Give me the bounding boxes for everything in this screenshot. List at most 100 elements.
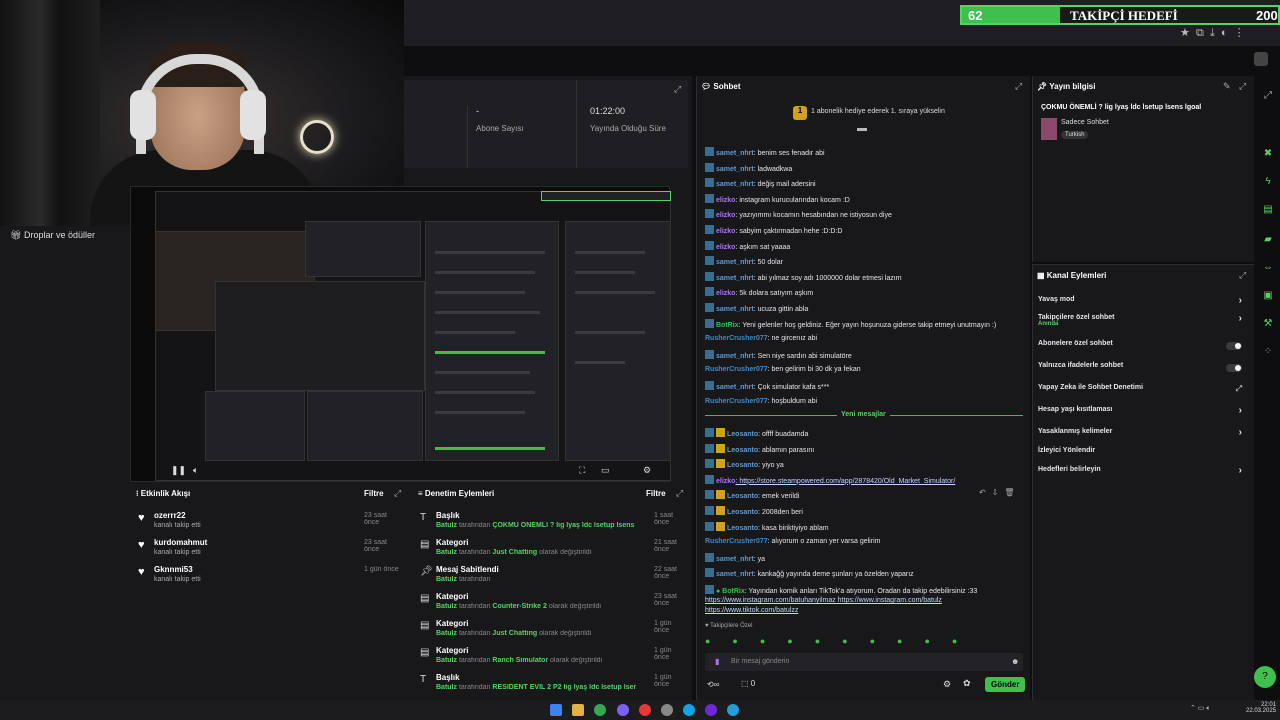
chat-message[interactable]: Leosanto: ablamın parasını [705, 443, 1025, 456]
channel-action-item[interactable]: Takipçilere özel sohbet Anında › [1038, 313, 1250, 328]
stream-preview[interactable]: ❚❚ 🔈︎ ⛶ ▭ ⚙ [130, 186, 671, 482]
chevron-right-icon[interactable]: › [1239, 427, 1242, 438]
channel-action-item[interactable]: İzleyici Yönlendir [1038, 447, 1250, 461]
chat-message[interactable]: RusherCrusher077: ben gelirim bi 30 dk y… [705, 365, 1025, 375]
popout-icon[interactable]: ⤢ [1239, 270, 1246, 281]
chevron-right-icon[interactable]: › [1239, 295, 1242, 306]
popout-icon[interactable]: ⤢ [1015, 81, 1022, 92]
chat-message[interactable]: elizko: yazıyımmı kocamın hesabından ne … [705, 209, 1025, 221]
chat-message[interactable]: RusherCrusher077: hoşbuldum abi [705, 397, 1025, 407]
more-icon[interactable]: ⁘ [1262, 346, 1274, 358]
external-link-icon[interactable]: ⤢ [1236, 384, 1242, 394]
channel-action-item[interactable]: Yapay Zeka ile Sohbet Denetimi ⤢ [1038, 384, 1250, 398]
send-button[interactable]: Gönder [985, 677, 1026, 692]
channel-action-item[interactable]: Yasaklanmış kelimeler › [1038, 427, 1250, 442]
popout-icon[interactable]: ⤢ [676, 488, 683, 499]
chat-message[interactable]: elizko: instagram kurucularından kocam :… [705, 193, 1025, 206]
popout-icon[interactable]: ⤢ [394, 488, 401, 499]
chevron-right-icon[interactable]: › [1239, 405, 1242, 416]
activity-item[interactable]: ♥ Gknnmi53 kanalı takip etti 1 gün önce [136, 564, 404, 588]
edge-icon[interactable] [683, 704, 695, 716]
chat-extras-icon[interactable]: ⟲∞ [707, 680, 719, 689]
chat-message[interactable]: samet_nhrt: ladwadkwa [705, 162, 1025, 175]
moderation-item[interactable]: T Başlık Batulz tarafından ÇOKMU ÖNEMLİ … [418, 510, 688, 534]
bolt-icon[interactable]: ϟ [1262, 176, 1274, 188]
emoji-icon[interactable]: ☻ [1011, 657, 1019, 666]
windows-start-icon[interactable] [550, 704, 562, 716]
activity-filter-button[interactable]: Filtre [364, 489, 384, 498]
settings-icon[interactable]: ⚙ [643, 465, 651, 476]
chevron-right-icon[interactable]: › [1239, 313, 1242, 324]
chat-message[interactable]: samet_nhrt: ucuza gittin abla [705, 303, 1025, 315]
wrench-icon[interactable]: ⚒ [1262, 318, 1274, 330]
browser-toolbar-icons[interactable]: ★ ⧉ ⤓ ◐ ⋮ [1180, 26, 1245, 40]
collapse-icon[interactable]: ⤢ [1262, 90, 1274, 102]
edit-icon[interactable]: ✎ [1223, 81, 1231, 92]
chat-input[interactable]: ▮ Bir mesaj gönderin ☻ [705, 653, 1023, 671]
theatre-icon[interactable]: ▭ [601, 465, 610, 476]
tray-icons[interactable]: ⌃ ▭ 🔈︎ [1190, 704, 1211, 713]
chat-message[interactable]: elizko: https://store.steampowered.com/a… [705, 474, 1025, 487]
toggle-switch[interactable] [1226, 342, 1242, 350]
chat-message[interactable]: Leosanto: emek verildi [705, 490, 1025, 502]
activity-item[interactable]: ♥ ozerrr22 kanalı takip etti 23 saat önc… [136, 510, 404, 534]
drops-rewards-link[interactable]: 🎁︎ Droplar ve ödüller [0, 226, 150, 246]
file-explorer-icon[interactable] [572, 704, 584, 716]
save-icon[interactable]: ▣ [1262, 290, 1274, 302]
bot-links[interactable]: https://www.instagram.com/batuhanyilmaz … [705, 596, 1025, 606]
chat-message[interactable]: RusherCrusher077: ne gircenız abi [705, 334, 1025, 344]
bot-links-2[interactable]: https://www.tiktok.com/batulzz [705, 606, 1025, 616]
channel-action-item[interactable]: Hesap yaşı kısıtlaması › [1038, 405, 1250, 420]
moderation-item[interactable]: ▤ Kategori Batulz tarafından Just Chatti… [418, 618, 688, 642]
chat-settings-icon[interactable]: ⚙ [943, 679, 951, 690]
chevron-right-icon[interactable]: › [1239, 465, 1242, 476]
chat-message[interactable]: elizko: sabyim çaktırmadan hehe :D:D:D [705, 225, 1025, 237]
moderation-item[interactable]: T Başlık Batulz tarafından RESIDENT EVIL… [418, 672, 688, 696]
chat-message[interactable]: BotRix: Yeni gelenler hoş geldiniz. Eğer… [705, 318, 1025, 331]
chat-message[interactable]: Leosanto: kasa biriktiyiyo ablam [705, 521, 1025, 534]
chat-message[interactable]: samet_nhrt: değiş mail adersini [705, 178, 1025, 190]
emote-bar[interactable]: ●●●●●●●●●● [705, 635, 1023, 647]
channel-action-item[interactable]: Yalnızca ifadelerle sohbet [1038, 362, 1250, 376]
chat-message[interactable]: Leosanto: 2008den beri [705, 506, 1025, 518]
chat-message[interactable]: Leosanto: yiyo ya [705, 459, 1025, 471]
moderation-item[interactable]: 📌︎ Mesaj Sabitlendi Batulz tarafından 22… [418, 564, 688, 588]
obs-icon[interactable] [705, 704, 717, 716]
activity-item[interactable]: ♥ kurdomahmut kanalı takip etti 23 saat … [136, 537, 404, 561]
chat-message[interactable]: elizko: aşkım sat yaaaa [705, 240, 1025, 253]
moderation-item[interactable]: ▤ Kategori Batulz tarafından Just Chatti… [418, 537, 688, 561]
chat-message[interactable]: samet_nhrt: benim ses fenadır abi [705, 147, 1025, 159]
gift-icon[interactable]: ✿ [963, 678, 971, 689]
chat-message[interactable]: elizko: 5k dolara satıyım aşkım [705, 287, 1025, 299]
volume-icon[interactable]: 🔈︎ [193, 465, 198, 476]
app-icon[interactable] [617, 704, 629, 716]
doc-icon[interactable]: ▤ [1262, 204, 1274, 216]
chat-message[interactable]: RusherCrusher077: alıyorum o zaman yer v… [705, 537, 1025, 547]
steam-icon[interactable] [661, 704, 673, 716]
help-icon[interactable]: ? [1254, 666, 1276, 688]
opera-icon[interactable] [639, 704, 651, 716]
chat-message[interactable]: samet_nhrt: Sen niye sardın abi simulatö… [705, 349, 1025, 362]
chrome-icon[interactable] [594, 704, 606, 716]
channel-action-item[interactable]: Yavaş mod › [1038, 295, 1250, 310]
popout-icon[interactable]: ⤢ [674, 84, 681, 95]
moderation-item[interactable]: ▤ Kategori Batulz tarafından Counter-Str… [418, 591, 688, 615]
extension-icon[interactable] [1254, 52, 1268, 66]
toggle-switch[interactable] [1226, 364, 1242, 372]
chat-message[interactable]: samet_nhrt: kankağğ yayında deme şunları… [705, 568, 1025, 580]
moderation-item[interactable]: ▤ Kategori Batulz tarafından Ranch Simul… [418, 645, 688, 669]
channel-action-item[interactable]: Abonelere özel sohbet [1038, 340, 1250, 354]
message-actions[interactable]: ↶⇩🗑︎ [979, 488, 1021, 497]
fullscreen-icon[interactable]: ⛶ [579, 465, 585, 476]
mod-icon[interactable]: ✖ [1262, 148, 1274, 160]
moderation-filter-button[interactable]: Filtre [646, 489, 666, 498]
popout-icon[interactable]: ⤢ [1239, 81, 1246, 92]
chat-message[interactable]: samet_nhrt: ya [705, 552, 1025, 565]
telegram-icon[interactable] [727, 704, 739, 716]
channel-action-item[interactable]: Hedefleri belirleyin › [1038, 465, 1250, 480]
chat-message[interactable]: samet_nhrt: Çok simulator kafa s*** [705, 381, 1025, 393]
chat-message[interactable]: samet_nhrt: abi yılmaz soy adı 1000000 d… [705, 271, 1025, 284]
chat-bubble-icon[interactable]: ▰ [1262, 234, 1274, 246]
pause-icon[interactable]: ❚❚ [171, 465, 186, 476]
chat-message[interactable]: samet_nhrt: 50 dolar [705, 256, 1025, 268]
